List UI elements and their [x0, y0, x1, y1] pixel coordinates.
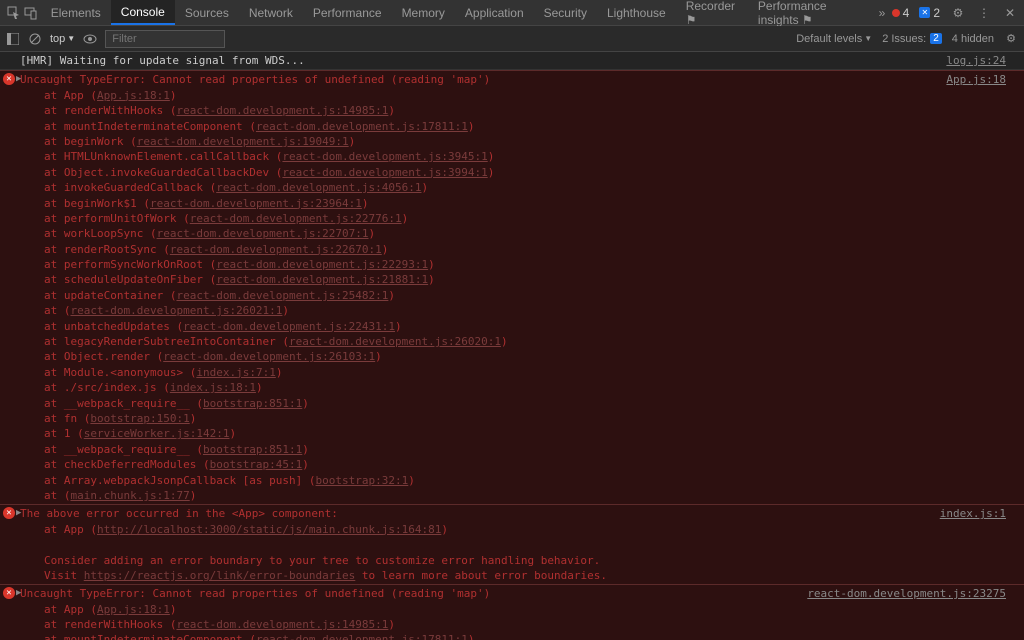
stack-link[interactable]: index.js:18:1	[170, 381, 256, 394]
expand-icon[interactable]: ▶	[16, 587, 21, 600]
warn-badge[interactable]: ✕2	[919, 6, 940, 20]
tab-memory[interactable]: Memory	[392, 0, 455, 25]
tab-console[interactable]: Console	[111, 0, 175, 25]
stack-link[interactable]: react-dom.development.js:19049:1	[137, 135, 349, 148]
error-title: The above error occurred in the <App> co…	[20, 506, 940, 521]
more-tabs-icon[interactable]: »	[874, 5, 889, 21]
stack-link[interactable]: bootstrap:45:1	[210, 458, 303, 471]
error-title: Uncaught TypeError: Cannot read properti…	[20, 586, 807, 601]
stack-link[interactable]: index.js:7:1	[196, 366, 275, 379]
expand-icon[interactable]: ▶	[16, 73, 21, 86]
stack-link[interactable]: bootstrap:150:1	[90, 412, 189, 425]
error-badge[interactable]: 4	[892, 6, 910, 20]
close-icon[interactable]: ✕	[1002, 5, 1018, 21]
stack-link[interactable]: react-dom.development.js:17811:1	[256, 633, 468, 640]
tab-lighthouse[interactable]: Lighthouse	[597, 0, 676, 25]
stack-link[interactable]: App.js:18:1	[97, 603, 170, 616]
source-link[interactable]: App.js:18	[946, 72, 1006, 503]
issues-button[interactable]: 2 Issues: 2	[882, 33, 942, 45]
tab-elements[interactable]: Elements	[41, 0, 111, 25]
console-settings-icon[interactable]: ⚙	[1004, 32, 1018, 46]
error-icon: ✕	[3, 73, 15, 85]
stack-link[interactable]: react-dom.development.js:26020:1	[289, 335, 501, 348]
stack-link[interactable]: react-dom.development.js:26103:1	[163, 350, 375, 363]
log-message: [HMR] Waiting for update signal from WDS…	[20, 53, 946, 68]
error-title: Uncaught TypeError: Cannot read properti…	[20, 72, 946, 87]
stack-link[interactable]: react-dom.development.js:3994:1	[282, 166, 487, 179]
stack-link[interactable]: react-dom.development.js:3945:1	[282, 150, 487, 163]
filter-input[interactable]	[105, 30, 225, 48]
warn-count: 2	[933, 6, 940, 20]
stack-link[interactable]: react-dom.development.js:22707:1	[157, 227, 369, 240]
stack-link[interactable]: react-dom.development.js:22431:1	[183, 320, 395, 333]
inspect-icon[interactable]	[6, 5, 21, 21]
source-link[interactable]: react-dom.development.js:23275	[807, 586, 1006, 640]
tab-security[interactable]: Security	[534, 0, 597, 25]
stack-link[interactable]: bootstrap:32:1	[316, 474, 409, 487]
tab-network[interactable]: Network	[239, 0, 303, 25]
hidden-count[interactable]: 4 hidden	[952, 33, 994, 45]
stack-link[interactable]: react-dom.development.js:14985:1	[176, 104, 388, 117]
context-select[interactable]: top ▼	[50, 33, 75, 45]
device-icon[interactable]	[23, 5, 38, 21]
stack-link[interactable]: react-dom.development.js:22293:1	[216, 258, 428, 271]
url-link[interactable]: http://localhost:3000/static/js/main.chu…	[97, 523, 441, 536]
error-body: at App (http://localhost:3000/static/js/…	[20, 522, 940, 584]
tab-sources[interactable]: Sources	[175, 0, 239, 25]
stack-trace: at App (App.js:18:1) at renderWithHooks …	[20, 88, 946, 504]
stack-link[interactable]: react-dom.development.js:4056:1	[216, 181, 421, 194]
stack-link[interactable]: main.chunk.js:1:77	[71, 489, 190, 502]
tab-performance[interactable]: Performance	[303, 0, 392, 25]
sidebar-toggle-icon[interactable]	[6, 32, 20, 46]
expand-icon[interactable]: ▶	[16, 507, 21, 520]
clear-console-icon[interactable]	[28, 32, 42, 46]
stack-trace: at App (App.js:18:1) at renderWithHooks …	[20, 602, 807, 640]
stack-link[interactable]: react-dom.development.js:22776:1	[190, 212, 402, 225]
eye-icon[interactable]	[83, 32, 97, 46]
error-icon: ✕	[3, 587, 15, 599]
error-count: 4	[903, 6, 910, 20]
source-link[interactable]: log.js:24	[946, 53, 1006, 68]
kebab-icon[interactable]: ⋮	[976, 5, 992, 21]
stack-link[interactable]: serviceWorker.js:142:1	[84, 427, 230, 440]
stack-link[interactable]: react-dom.development.js:14985:1	[176, 618, 388, 631]
stack-link[interactable]: react-dom.development.js:21881:1	[216, 273, 428, 286]
console-output[interactable]: [HMR] Waiting for update signal from WDS…	[0, 52, 1024, 640]
stack-link[interactable]: react-dom.development.js:23964:1	[150, 197, 362, 210]
settings-icon[interactable]: ⚙	[950, 5, 966, 21]
stack-link[interactable]: react-dom.development.js:22670:1	[170, 243, 382, 256]
stack-link[interactable]: bootstrap:851:1	[203, 443, 302, 456]
stack-link[interactable]: react-dom.development.js:17811:1	[256, 120, 468, 133]
error-icon: ✕	[3, 507, 15, 519]
url-link[interactable]: https://reactjs.org/link/error-boundarie…	[84, 569, 356, 582]
stack-link[interactable]: react-dom.development.js:25482:1	[176, 289, 388, 302]
tab-application[interactable]: Application	[455, 0, 534, 25]
stack-link[interactable]: bootstrap:851:1	[203, 397, 302, 410]
levels-select[interactable]: Default levels ▼	[796, 33, 872, 45]
source-link[interactable]: index.js:1	[940, 506, 1006, 583]
tab-recorder[interactable]: Recorder ⚑	[676, 0, 748, 25]
tab-performance[interactable]: Performance insights ⚑	[748, 0, 872, 25]
stack-link[interactable]: react-dom.development.js:26021:1	[71, 304, 283, 317]
stack-link[interactable]: App.js:18:1	[97, 89, 170, 102]
